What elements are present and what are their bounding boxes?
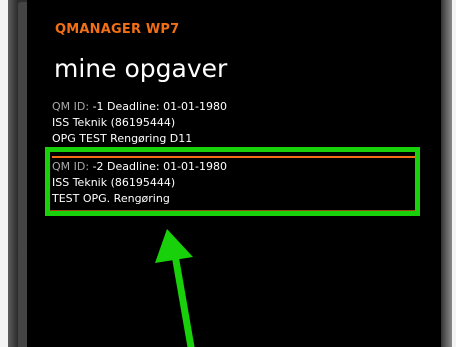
task-company: ISS Teknik (86195444)	[52, 176, 176, 189]
bezel-right-edge	[440, 0, 452, 347]
task-id-label: QM ID:	[52, 100, 90, 113]
task-company: ISS Teknik (86195444)	[52, 116, 176, 129]
task-deadline-value: 01-01-1980	[163, 160, 228, 173]
app-title: QMANAGER WP7	[55, 22, 180, 37]
task-list-item[interactable]: QM ID: -1 Deadline: 01-01-1980 ISS Tekni…	[52, 99, 417, 146]
task-id-value: -2	[92, 160, 104, 173]
phone-screenshot: QMANAGER WP7 mine opgaver QM ID: -1 Dead…	[0, 0, 456, 347]
task-list-item-selected[interactable]: QM ID: -2 Deadline: 01-01-1980 ISS Tekni…	[52, 156, 417, 215]
page-title: mine opgaver	[54, 54, 228, 83]
task-description: TEST OPG. Rengøring	[52, 192, 170, 205]
task-deadline-label: Deadline:	[107, 160, 160, 173]
task-id-label: QM ID:	[52, 160, 90, 173]
task-id-value: -1	[92, 100, 104, 113]
task-deadline-label: Deadline:	[107, 100, 160, 113]
selected-item-underline	[50, 210, 415, 211]
task-deadline-value: 01-01-1980	[163, 100, 228, 113]
task-description: OPG TEST Rengøring D11	[52, 132, 193, 145]
phone-screen: QMANAGER WP7 mine opgaver QM ID: -1 Dead…	[27, 0, 441, 347]
task-meta: QM ID: -1 Deadline: 01-01-1980	[52, 99, 417, 115]
task-meta: QM ID: -2 Deadline: 01-01-1980	[52, 159, 417, 175]
bezel-left-edge	[8, 0, 18, 347]
